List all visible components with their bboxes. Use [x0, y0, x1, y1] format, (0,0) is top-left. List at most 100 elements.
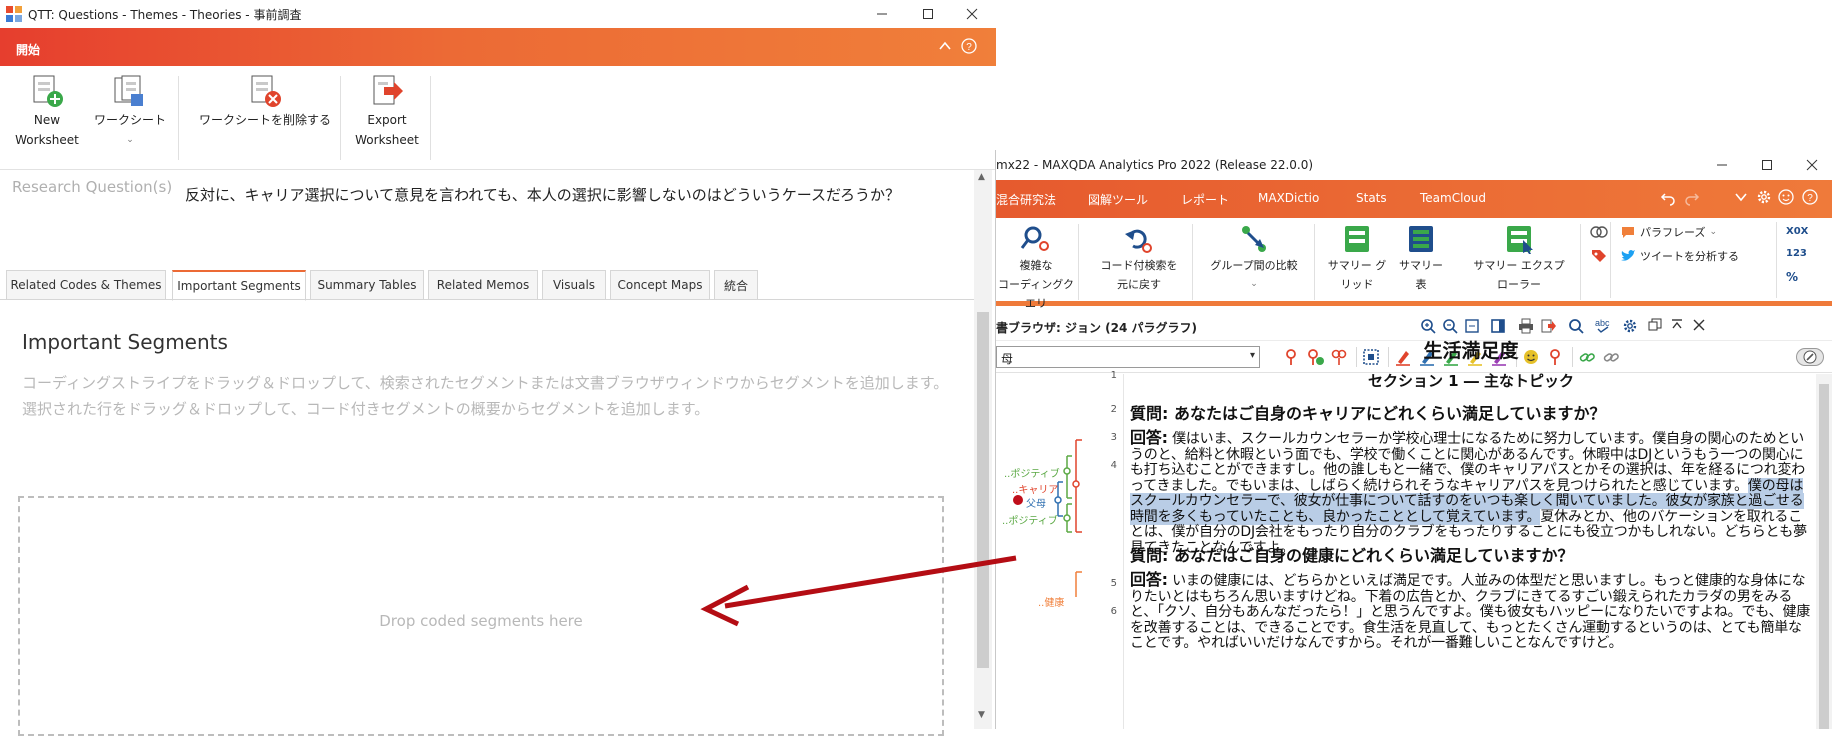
- ribbon-tab-start[interactable]: 開始: [16, 41, 40, 58]
- delete-worksheet-button[interactable]: ワークシートを削除する: [190, 74, 340, 130]
- menu-teamcloud[interactable]: TeamCloud: [1420, 191, 1486, 205]
- code-label-parents[interactable]: 父母: [1026, 495, 1046, 510]
- paraphrase-button[interactable]: パラフレーズ ⌄: [1620, 224, 1717, 240]
- scroll-up-icon[interactable]: ▲: [978, 172, 985, 182]
- numbers-tool-label[interactable]: 123: [1786, 248, 1807, 259]
- maxqda-minimize-button[interactable]: [1700, 150, 1744, 180]
- summary-explorer-icon: [1503, 224, 1535, 254]
- keyword-tool-label[interactable]: X0X: [1786, 226, 1808, 237]
- restore-search-icon: [1123, 224, 1155, 254]
- scroll-down-icon[interactable]: ▼: [978, 710, 985, 720]
- code-label-positive-1[interactable]: ..ポジティブ: [1004, 465, 1060, 480]
- tab-summary-tables[interactable]: Summary Tables: [310, 270, 424, 300]
- close-button[interactable]: [950, 0, 994, 28]
- code-label-positive-2[interactable]: ..ポジティブ: [1002, 512, 1058, 527]
- export-worksheet-label-1: Export: [367, 113, 407, 127]
- document-text[interactable]: 生活満足度 セクション 1 ― 主なトピック 質問: あなたはご自身のキャリアにどれ…: [1130, 336, 1812, 729]
- spellcheck-icon[interactable]: abc: [1594, 316, 1612, 334]
- summary-grid-button[interactable]: サマリー グ リッド: [1322, 224, 1392, 294]
- export-worksheet-button[interactable]: Export Worksheet: [352, 74, 422, 150]
- svg-text:?: ?: [966, 42, 972, 53]
- menu-visual-tools[interactable]: 図解ツール: [1088, 191, 1148, 208]
- menu-maxdictio[interactable]: MAXDictio: [1258, 191, 1319, 205]
- code-label-health[interactable]: ..健康: [1038, 594, 1064, 609]
- segment-dropzone[interactable]: Drop coded segments here: [18, 496, 944, 736]
- menu-mixed-methods[interactable]: 混合研究法: [996, 191, 1056, 208]
- summary-grid-label-2: リッド: [1340, 278, 1374, 291]
- close-icon[interactable]: [1692, 318, 1706, 332]
- answer-text: 僕はいま、スクールカウンセラーか学校心理士になるために努力しています。僕自身の関…: [1130, 431, 1806, 494]
- paragraph-number: 4: [1110, 460, 1117, 471]
- ribbon-separator: [340, 76, 341, 160]
- redo-icon[interactable]: [1684, 190, 1700, 206]
- ribbon-separator: [1192, 224, 1193, 300]
- restore-window-icon[interactable]: [1648, 318, 1662, 332]
- collapse-icon[interactable]: [1670, 318, 1684, 332]
- fit-page-icon[interactable]: [1464, 318, 1480, 334]
- maxqda-window: mx22 - MAXQDA Analytics Pro 2022 (Releas…: [996, 150, 1832, 729]
- summary-explorer-label-2: ローラー: [1497, 278, 1541, 291]
- tab-related-memos[interactable]: Related Memos: [428, 270, 538, 300]
- search-icon[interactable]: [1568, 318, 1584, 334]
- zoom-out-icon[interactable]: [1442, 318, 1458, 334]
- summary-table-icon: [1405, 224, 1437, 254]
- restore-coded-search-button[interactable]: コード付検索を 元に戻す: [1094, 224, 1184, 294]
- scrollbar-thumb[interactable]: [1819, 384, 1829, 729]
- summary-grid-icon: [1341, 224, 1373, 254]
- document-title: 生活満足度: [1423, 340, 1519, 362]
- document-section: セクション 1 ― 主なトピック: [1367, 372, 1575, 390]
- tag-icon[interactable]: [1590, 248, 1608, 264]
- maxqda-maximize-button[interactable]: [1745, 150, 1789, 180]
- panel-icon[interactable]: [1490, 318, 1506, 334]
- document-scrollbar[interactable]: [1816, 374, 1832, 729]
- summary-table-button[interactable]: サマリー 表: [1396, 224, 1446, 294]
- chevron-down-icon[interactable]: [1734, 190, 1748, 204]
- qtt-ribbon-tabbar: 開始 ?: [0, 28, 996, 66]
- print-icon[interactable]: [1518, 318, 1534, 334]
- tab-concept-maps[interactable]: Concept Maps: [610, 270, 710, 300]
- ribbon-separator: [430, 76, 431, 160]
- summary-explorer-button[interactable]: サマリー エクスプ ローラー: [1466, 224, 1572, 294]
- maximize-button[interactable]: [906, 0, 950, 28]
- new-worksheet-label-1: New: [33, 113, 61, 127]
- menu-stats[interactable]: Stats: [1356, 191, 1387, 205]
- twitter-tool-icon[interactable]: [1590, 224, 1608, 240]
- paragraph-number: 3: [1110, 432, 1117, 443]
- worksheet-dropdown-button[interactable]: ワークシート ⌄: [90, 74, 170, 150]
- analyze-tweets-button[interactable]: ツイートを分析する: [1620, 248, 1739, 264]
- undo-icon[interactable]: [1660, 190, 1676, 206]
- tab-visuals[interactable]: Visuals: [542, 270, 606, 300]
- tab-important-segments[interactable]: Important Segments: [172, 270, 306, 301]
- collapse-ribbon-button[interactable]: [938, 39, 952, 53]
- menu-reports[interactable]: レポート: [1181, 191, 1229, 208]
- qtt-window-title: QTT: Questions - Themes - Theories - 事前調…: [28, 8, 302, 22]
- gear-icon[interactable]: [1756, 189, 1772, 205]
- export-icon[interactable]: [1540, 318, 1556, 334]
- group-compare-button[interactable]: グループ間の比較 ⌄: [1202, 224, 1306, 294]
- chevron-down-icon: ⌄: [1250, 279, 1258, 289]
- ribbon-separator: [1314, 224, 1315, 300]
- help-button[interactable]: ?: [961, 38, 977, 54]
- paragraph-number: 5: [1110, 578, 1117, 589]
- new-worksheet-button[interactable]: New Worksheet: [14, 74, 80, 150]
- code-label-career[interactable]: ..キャリア: [1012, 481, 1058, 496]
- maxqda-close-button[interactable]: [1790, 150, 1832, 180]
- tab-related-codes-themes[interactable]: Related Codes & Themes: [6, 270, 166, 300]
- svg-text:abc: abc: [1595, 318, 1610, 328]
- zoom-in-icon[interactable]: [1420, 318, 1436, 334]
- worksheet-icon: [113, 74, 147, 108]
- minimize-icon: [877, 13, 887, 15]
- tab-integration[interactable]: 統合: [714, 270, 758, 300]
- vertical-scrollbar[interactable]: ▲ ▼: [974, 170, 992, 729]
- question-2: 質問: あなたはご自身の健康にどれくらい満足していますか？: [1130, 546, 1574, 565]
- coding-stripes[interactable]: ..ポジティブ ..キャリア 父母 ..ポジティブ ..健康: [996, 242, 1096, 609]
- coding-stripes-graphic: [1013, 439, 1082, 597]
- gear-icon[interactable]: [1622, 318, 1638, 334]
- smiley-icon[interactable]: [1778, 189, 1794, 205]
- document-view: ..ポジティブ ..キャリア 父母 ..ポジティブ ..健康 1 2 3 4 5…: [996, 340, 1832, 729]
- scrollbar-thumb[interactable]: [977, 312, 989, 668]
- minimize-button[interactable]: [860, 0, 904, 28]
- research-question-text[interactable]: 反対に、キャリア選択について意見を言われても、本人の選択に影響しないのはどういう…: [185, 182, 925, 209]
- help-icon[interactable]: ?: [1802, 189, 1818, 205]
- percent-tool-label[interactable]: %: [1786, 270, 1798, 284]
